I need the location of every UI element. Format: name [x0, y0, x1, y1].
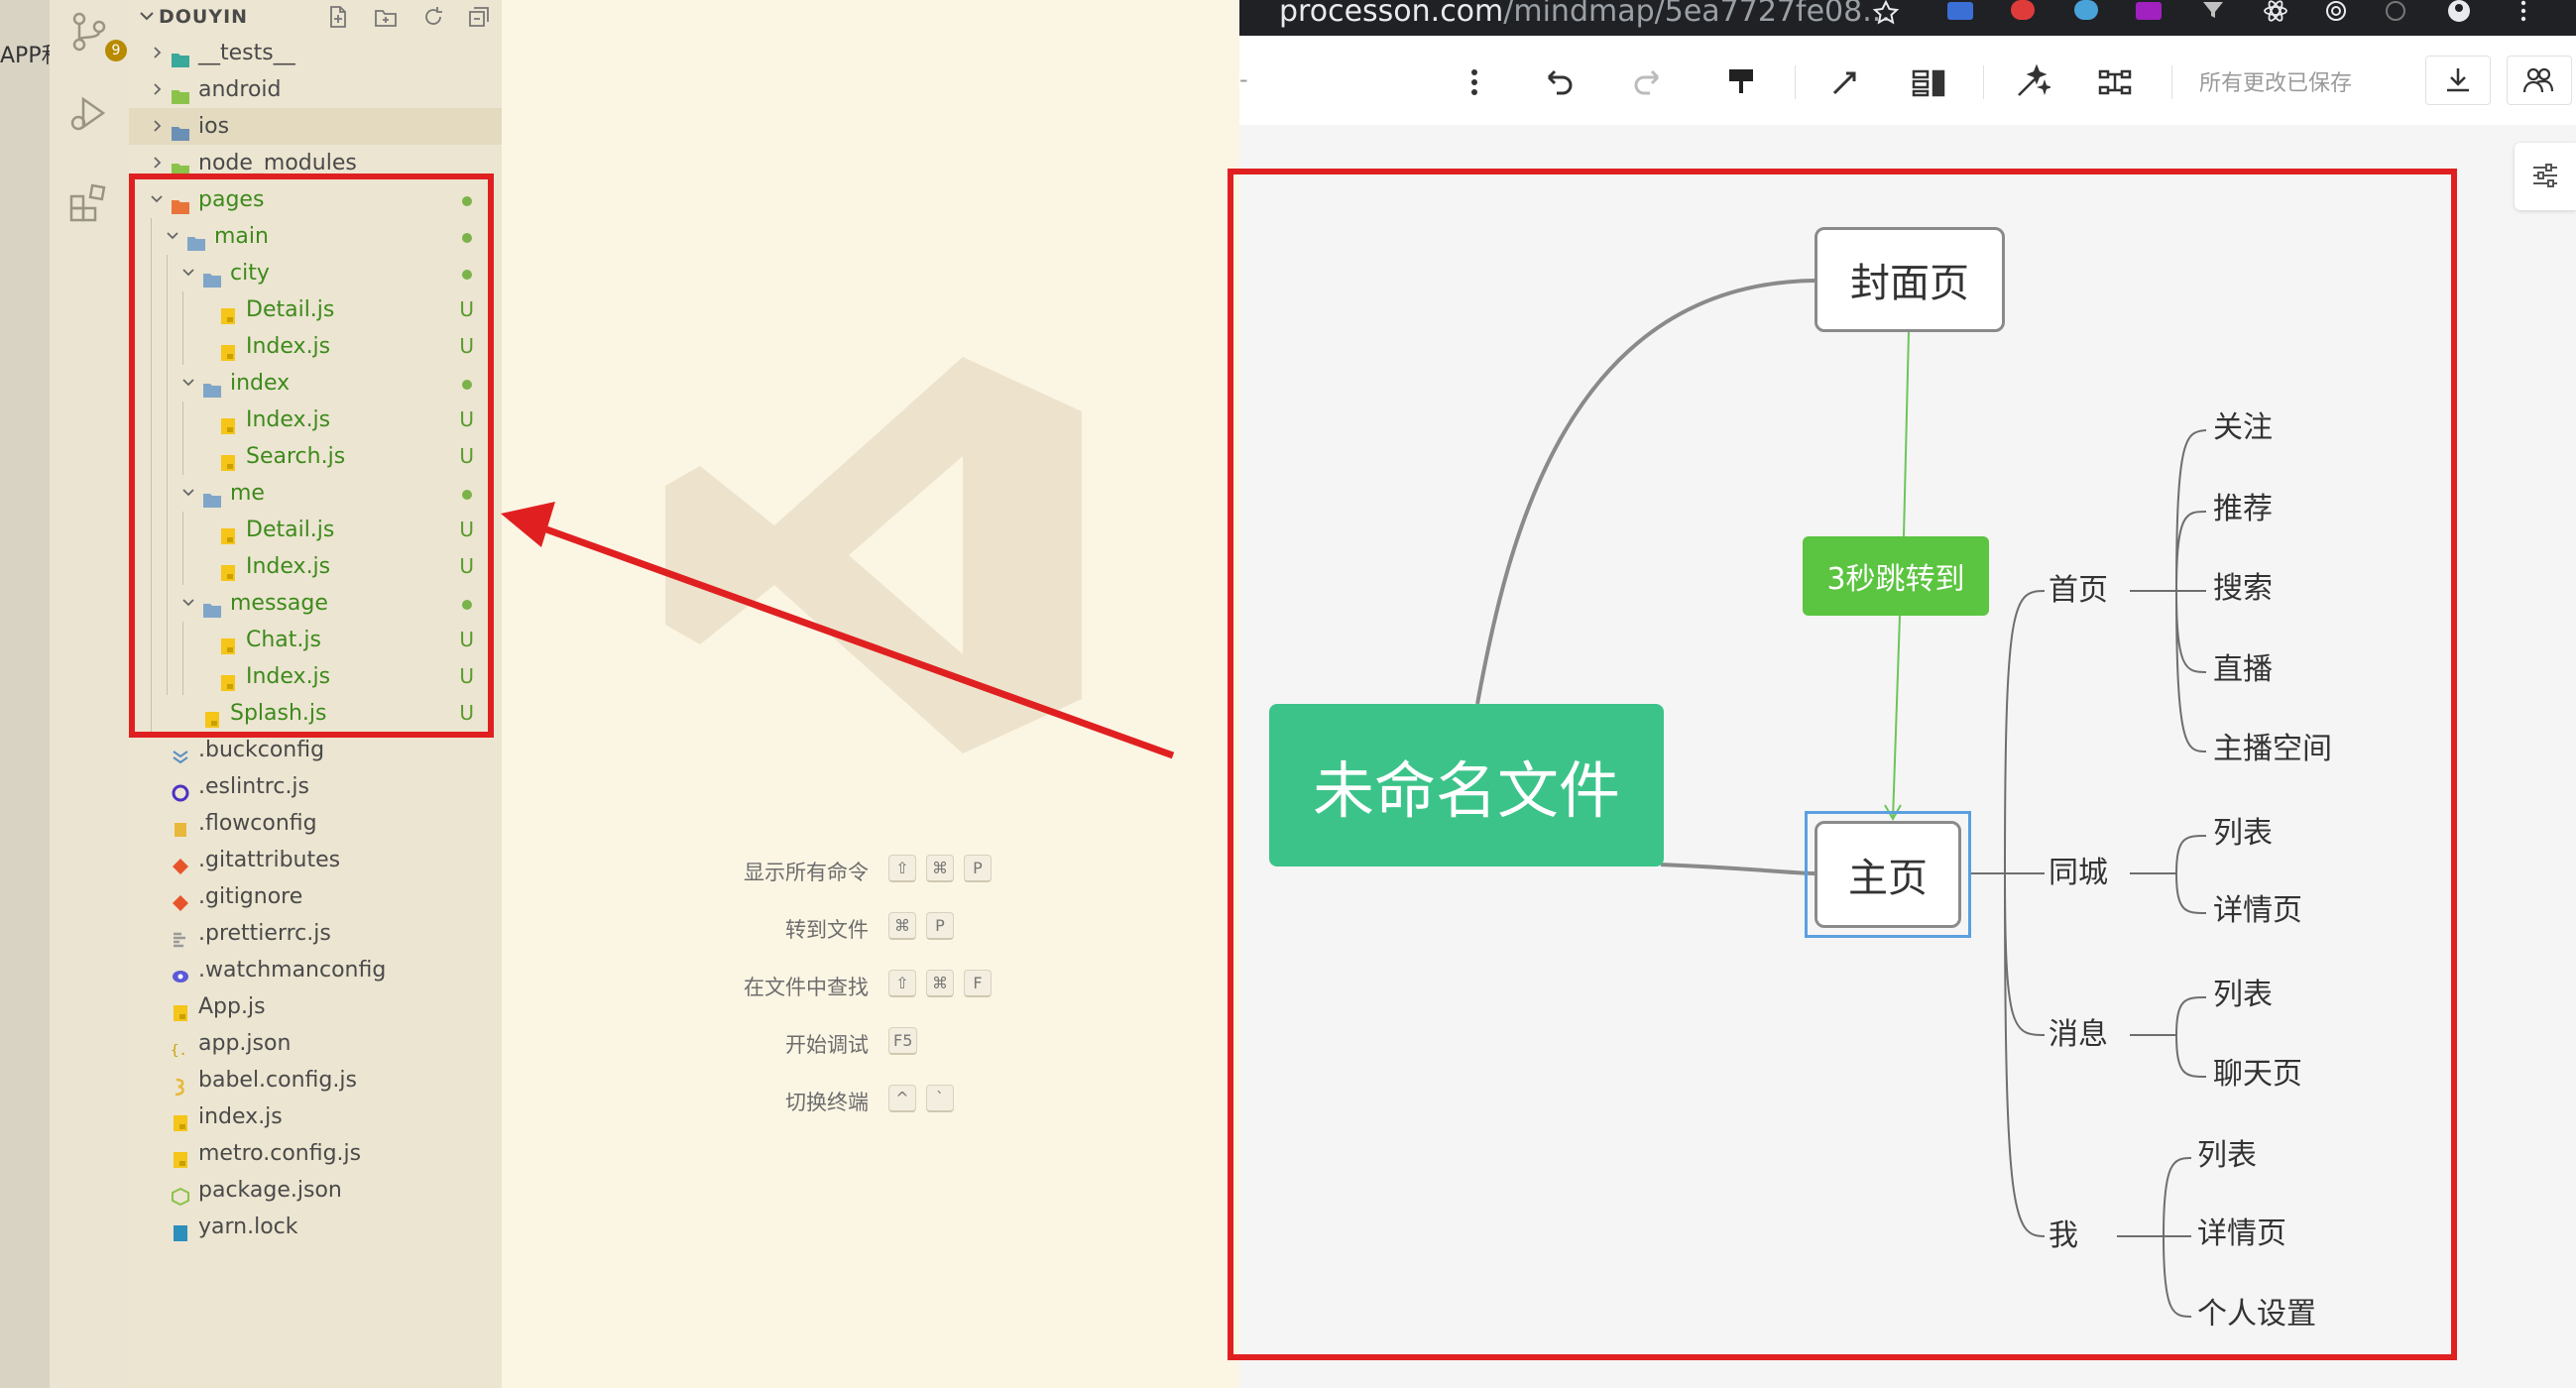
arrowhead-icon — [501, 502, 555, 547]
annotation-arrow — [501, 502, 1175, 759]
